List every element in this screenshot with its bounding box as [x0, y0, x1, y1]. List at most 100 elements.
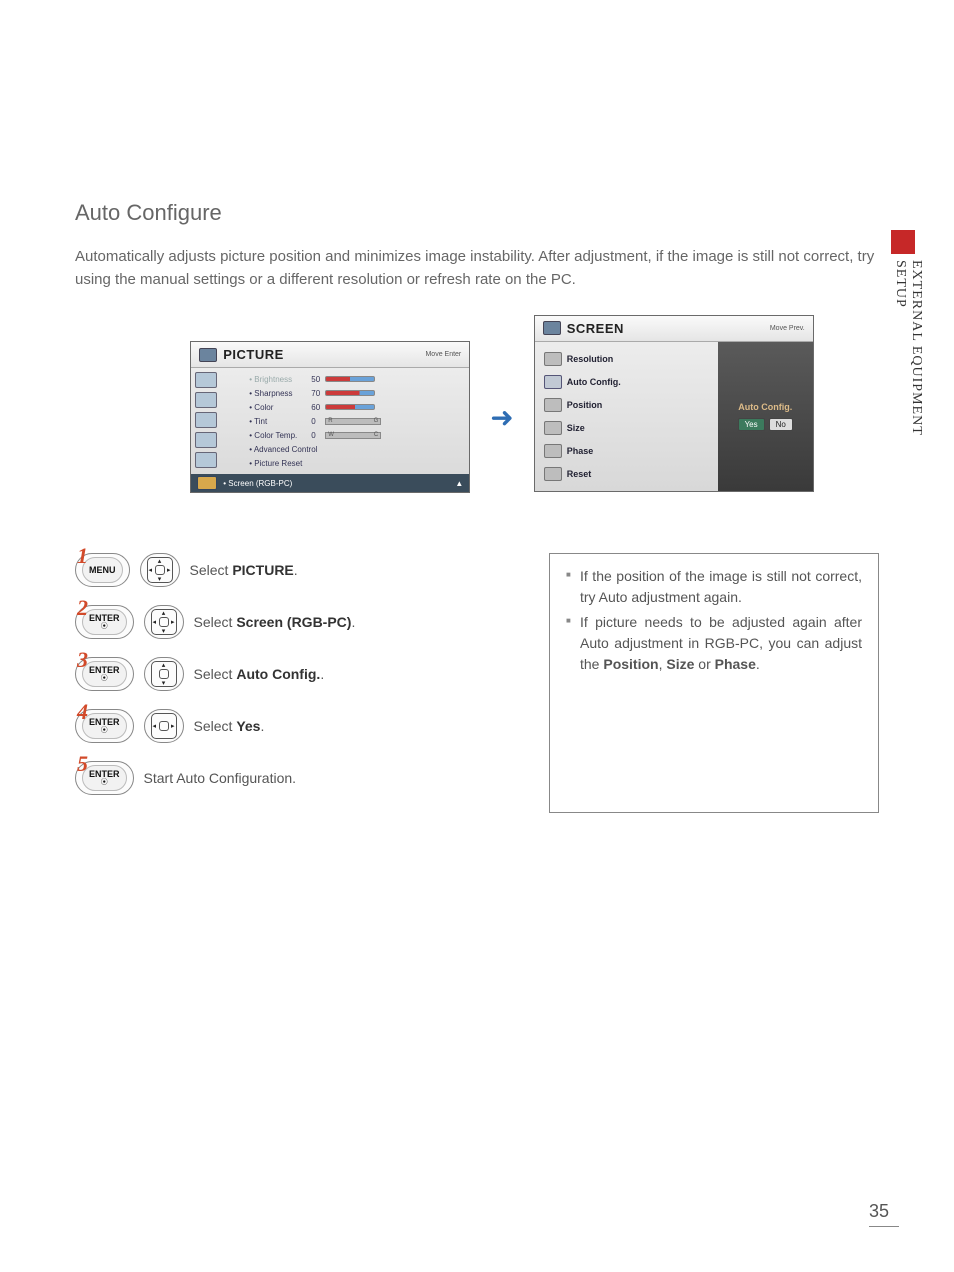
- step-number: 1: [77, 543, 88, 569]
- temp-slider-icon: WC: [325, 432, 381, 439]
- step-desc: Select Yes.: [194, 718, 265, 734]
- side-tab-marker: [891, 230, 915, 254]
- setting-value: 0: [311, 417, 325, 426]
- step-desc: Select Screen (RGB-PC).: [194, 614, 356, 630]
- step-number: 4: [77, 699, 88, 725]
- osd-menu-icon: [195, 452, 217, 468]
- notes-box: If the position of the image is still no…: [549, 553, 879, 813]
- step: 2 ENTER⦿ ▴▾ ◂▸ Select Screen (RGB-PC).: [75, 605, 509, 639]
- setting-row: • Color Temp. 0 WC: [249, 428, 463, 442]
- slider-icon: [325, 404, 375, 410]
- setting-row: • Sharpness 70: [249, 386, 463, 400]
- osd-menu-icon: [195, 412, 217, 428]
- setting-value: 70: [311, 389, 325, 398]
- enter-button-icon: ENTER⦿: [82, 713, 127, 739]
- bold-text: Auto Config.: [236, 666, 320, 682]
- step: 4 ENTER⦿ ◂▸ Select Yes.: [75, 709, 509, 743]
- screen-list: Resolution Auto Config. Position Size Ph…: [541, 350, 718, 483]
- step: 5 ENTER⦿ Start Auto Configuration.: [75, 761, 509, 795]
- screen-item: Phase: [541, 442, 718, 460]
- dpad-full-icon: ▴▾ ◂▸: [151, 609, 177, 635]
- text: .: [756, 656, 760, 672]
- picture-icon: [199, 348, 217, 362]
- setting-value: 50: [311, 375, 325, 384]
- bold-text: Position: [603, 656, 658, 672]
- enter-button-icon: ENTER⦿: [82, 609, 127, 635]
- item-label: Resolution: [567, 354, 614, 364]
- text: .: [260, 718, 264, 734]
- setting-row: • Picture Reset: [249, 456, 463, 470]
- screen-item: Size: [541, 419, 718, 437]
- setting-row: • Brightness 50: [249, 372, 463, 386]
- step-number: 2: [77, 595, 88, 621]
- setting-value: 0: [311, 431, 325, 440]
- picture-footer-selected: • Screen (RGB-PC) ▲: [191, 474, 469, 492]
- text: Select: [194, 614, 237, 630]
- autoconfig-label: Auto Config.: [738, 402, 792, 412]
- side-tab: EXTERNAL EQUIPMENT SETUP: [892, 230, 914, 450]
- osd-menu-icon: [195, 372, 217, 388]
- steps-list: 1 MENU ▴▾ ◂▸ Select PICTURE. 2: [75, 553, 509, 813]
- item-label: Reset: [567, 469, 592, 479]
- section-title: Auto Configure: [75, 200, 879, 226]
- no-button[interactable]: No: [769, 418, 793, 431]
- setting-value: 60: [311, 403, 325, 412]
- text: or: [694, 656, 714, 672]
- setting-label: • Sharpness: [249, 389, 311, 398]
- enter-button-icon: ENTER⦿: [82, 765, 127, 791]
- osd-menu-icon: [197, 476, 217, 490]
- phase-icon: [544, 444, 562, 458]
- picture-settings-list: • Brightness 50 • Sharpness 70 • Color 6…: [219, 372, 463, 470]
- text: .: [351, 614, 355, 630]
- osd-menu-icon: [195, 432, 217, 448]
- setting-label: • Brightness: [249, 375, 311, 384]
- menu-button-icon: MENU: [82, 557, 123, 583]
- item-label: Size: [567, 423, 585, 433]
- dpad-leftright-icon: ◂▸: [151, 713, 177, 739]
- screen-item-selected: Auto Config.: [541, 373, 718, 391]
- size-icon: [544, 421, 562, 435]
- step-desc: Select PICTURE.: [190, 562, 298, 578]
- dpad-full-icon: ▴▾ ◂▸: [147, 557, 173, 583]
- bold-text: PICTURE: [232, 562, 293, 578]
- item-label: Auto Config.: [567, 377, 621, 387]
- setting-label: • Tint: [249, 417, 311, 426]
- tint-slider-icon: RG: [325, 418, 381, 425]
- page-number: 35: [869, 1201, 899, 1227]
- step-number: 3: [77, 647, 88, 673]
- screen-hints: Move Prev.: [770, 325, 805, 332]
- reset-icon: [544, 467, 562, 481]
- setting-row: • Advanced Control: [249, 442, 463, 456]
- screen-right-panel: Auto Config. Yes No: [718, 342, 813, 491]
- text: Select: [194, 718, 237, 734]
- step: 1 MENU ▴▾ ◂▸ Select PICTURE.: [75, 553, 509, 587]
- setting-row: • Color 60: [249, 400, 463, 414]
- step: 3 ENTER⦿ ▴▾ Select Auto Config..: [75, 657, 509, 691]
- slider-icon: [325, 376, 375, 382]
- autoconfig-icon: [544, 375, 562, 389]
- item-label: Position: [567, 400, 603, 410]
- item-label: Phase: [567, 446, 594, 456]
- section-intro: Automatically adjusts picture position a…: [75, 246, 879, 291]
- picture-footer-label: • Screen (RGB-PC): [223, 479, 292, 488]
- screen-icon: [543, 321, 561, 335]
- picture-title: PICTURE: [223, 347, 284, 362]
- screen-title: SCREEN: [567, 321, 624, 336]
- position-icon: [544, 398, 562, 412]
- text: .: [320, 666, 324, 682]
- scroll-up-icon: ▲: [455, 479, 463, 488]
- setting-label: • Advanced Control: [249, 445, 317, 454]
- screen-osd: SCREEN Move Prev. Resolution Auto Config…: [534, 315, 814, 492]
- step-number: 5: [77, 751, 88, 777]
- bold-text: Screen (RGB-PC): [236, 614, 351, 630]
- note-item: If the position of the image is still no…: [566, 566, 862, 608]
- slider-icon: [325, 390, 375, 396]
- text: .: [294, 562, 298, 578]
- yes-button[interactable]: Yes: [738, 418, 765, 431]
- setting-label: • Color: [249, 403, 311, 412]
- screen-item: Resolution: [541, 350, 718, 368]
- setting-row: • Tint 0 RG: [249, 414, 463, 428]
- setting-label: • Picture Reset: [249, 459, 302, 468]
- side-tab-label: EXTERNAL EQUIPMENT SETUP: [892, 260, 924, 480]
- picture-osd: PICTURE Move Enter • Brightness 50: [190, 341, 470, 493]
